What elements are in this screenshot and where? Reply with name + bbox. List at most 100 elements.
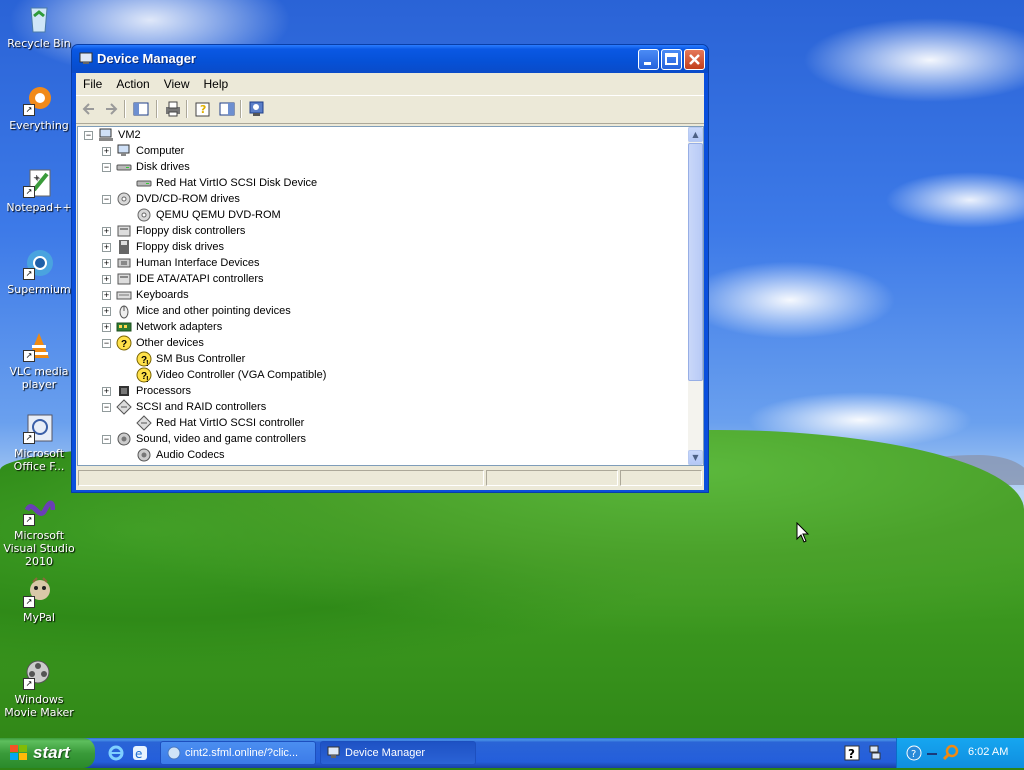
menu-action[interactable]: Action: [109, 73, 156, 95]
office-icon: ↗: [23, 412, 55, 444]
expand-toggle-icon[interactable]: +: [102, 227, 111, 236]
properties-icon[interactable]: ?: [194, 100, 212, 118]
system-tray: ? 6:02 AM: [896, 738, 1024, 768]
collapse-toggle-icon[interactable]: −: [102, 403, 111, 412]
expand-toggle-icon[interactable]: +: [102, 275, 111, 284]
tree-root[interactable]: − VM2: [78, 127, 678, 143]
show-hide-console-tree-icon[interactable]: [132, 100, 150, 118]
clock[interactable]: 6:02 AM: [968, 746, 1008, 758]
expand-toggle-icon[interactable]: +: [102, 243, 111, 252]
help-icon[interactable]: [218, 100, 236, 118]
tree-item-label: DVD/CD-ROM drives: [136, 193, 240, 205]
tree-item[interactable]: − Sound, video and game controllers: [78, 431, 678, 447]
desktop-icon-notepadpp[interactable]: + ↗ Notepad++: [0, 166, 78, 214]
quick-launch-edge-icon[interactable]: e: [132, 745, 148, 764]
expand-toggle-icon[interactable]: +: [102, 147, 111, 156]
tree-item[interactable]: − Disk drives: [78, 159, 678, 175]
expand-toggle-icon[interactable]: +: [102, 307, 111, 316]
minimize-button[interactable]: [638, 49, 659, 70]
scroll-up-button[interactable]: ▲: [688, 127, 703, 142]
menu-help[interactable]: Help: [197, 73, 236, 95]
status-pane: [620, 470, 702, 486]
menu-file[interactable]: File: [76, 73, 109, 95]
vertical-scrollbar[interactable]: ▲ ▼: [688, 127, 703, 465]
title-bar[interactable]: Device Manager: [72, 45, 708, 73]
vlc-icon: ↗: [23, 330, 55, 362]
warning-device-icon: ?!: [136, 367, 152, 384]
svg-text:!: !: [146, 375, 149, 383]
tree-item[interactable]: Red Hat VirtIO SCSI controller: [78, 415, 678, 431]
expand-toggle-icon[interactable]: +: [102, 259, 111, 268]
taskbar-task-device-manager[interactable]: Device Manager: [320, 741, 476, 765]
expand-toggle-icon[interactable]: +: [102, 387, 111, 396]
tree-item[interactable]: + Computer: [78, 143, 678, 159]
tree-item[interactable]: + Floppy disk drives: [78, 239, 678, 255]
tree-item[interactable]: − SCSI and RAID controllers: [78, 399, 678, 415]
desktop-icon-supermium[interactable]: ↗ Supermium: [0, 248, 78, 296]
tree-item[interactable]: − DVD/CD-ROM drives: [78, 191, 678, 207]
tree-item[interactable]: + IDE ATA/ATAPI controllers: [78, 271, 678, 287]
tree-item-label: Mice and other pointing devices: [136, 305, 291, 317]
desktop-icon-movie-maker[interactable]: ↗ Windows Movie Maker: [0, 658, 78, 719]
desktop-icon-label: Notepad++: [6, 201, 72, 214]
scan-hardware-icon[interactable]: [248, 100, 266, 118]
tree-item[interactable]: Audio Codecs: [78, 447, 678, 463]
forward-icon[interactable]: [102, 100, 120, 118]
quick-launch-ie-icon[interactable]: [108, 745, 124, 764]
collapse-toggle-icon[interactable]: −: [102, 163, 111, 172]
svg-text:?: ?: [911, 749, 916, 760]
tree-item[interactable]: + Mice and other pointing devices: [78, 303, 678, 319]
visual-studio-icon: ↗: [23, 494, 56, 526]
print-icon[interactable]: [164, 100, 182, 118]
tree-item[interactable]: + Processors: [78, 383, 678, 399]
back-icon[interactable]: [80, 100, 98, 118]
tree-item[interactable]: ?! SM Bus Controller: [78, 351, 678, 368]
desktop-icon-label: Everything: [9, 119, 69, 132]
collapse-toggle-icon[interactable]: −: [102, 339, 111, 348]
tree-item-label: Red Hat VirtIO SCSI controller: [156, 417, 305, 429]
maximize-button[interactable]: [661, 49, 682, 70]
desktop-icon-office[interactable]: ↗ Microsoft Office F...: [0, 412, 78, 473]
scroll-thumb[interactable]: [688, 143, 703, 381]
tree-item[interactable]: + Floppy disk controllers: [78, 223, 678, 239]
menu-view[interactable]: View: [157, 73, 197, 95]
device-manager-icon: [79, 52, 95, 66]
expand-toggle-icon[interactable]: +: [102, 291, 111, 300]
tree-item[interactable]: QEMU QEMU DVD-ROM: [78, 207, 678, 223]
desktop-icon-label: Microsoft Visual Studio 2010: [3, 529, 75, 568]
tree-item[interactable]: Red Hat VirtIO SCSI Disk Device: [78, 175, 678, 191]
tree-item[interactable]: + Keyboards: [78, 287, 678, 303]
expand-toggle-icon[interactable]: +: [102, 323, 111, 332]
toolbar-separator: [186, 100, 188, 118]
tree-item[interactable]: + Network adapters: [78, 319, 678, 335]
tree-item-label: Sound, video and game controllers: [136, 433, 306, 445]
cdrom-icon: [136, 207, 152, 223]
taskbar-task-browser[interactable]: cint2.sfml.online/?clic...: [160, 741, 316, 765]
desktop-icon-visual-studio[interactable]: ↗ Microsoft Visual Studio 2010: [0, 494, 78, 568]
scroll-down-button[interactable]: ▼: [688, 450, 703, 465]
close-button[interactable]: [684, 49, 705, 70]
collapse-toggle-icon[interactable]: −: [102, 195, 111, 204]
desktop-icon-recycle-bin[interactable]: Recycle Bin: [0, 2, 78, 50]
network-adapter-icon: [116, 319, 132, 335]
help-support-icon[interactable]: ?: [906, 745, 922, 764]
network-notify-icon[interactable]: [868, 744, 882, 763]
movie-maker-icon: ↗: [23, 658, 55, 690]
collapse-toggle-icon[interactable]: −: [102, 435, 111, 444]
tree-item[interactable]: + Human Interface Devices: [78, 255, 678, 271]
collapse-toggle-icon[interactable]: −: [84, 131, 93, 140]
tree-item[interactable]: ?! Video Controller (VGA Compatible): [78, 367, 678, 384]
desktop-icon-mypal[interactable]: ↗ MyPal: [0, 576, 78, 624]
tree-item-label: Audio Codecs: [156, 449, 225, 461]
search-icon[interactable]: [942, 744, 959, 763]
sound-icon: [116, 431, 132, 447]
help-notify-icon[interactable]: ?: [844, 745, 860, 764]
controller-icon: [116, 271, 132, 287]
desktop-icon-everything[interactable]: ↗ Everything: [0, 84, 78, 132]
start-button[interactable]: start: [0, 738, 95, 768]
tray-arrow-icon[interactable]: [925, 745, 939, 764]
desktop-icon-vlc[interactable]: ↗ VLC media player: [0, 330, 78, 391]
tree-item[interactable]: −? Other devices: [78, 335, 678, 351]
toolbar: ?: [76, 96, 704, 124]
windows-logo-icon: [9, 744, 29, 765]
